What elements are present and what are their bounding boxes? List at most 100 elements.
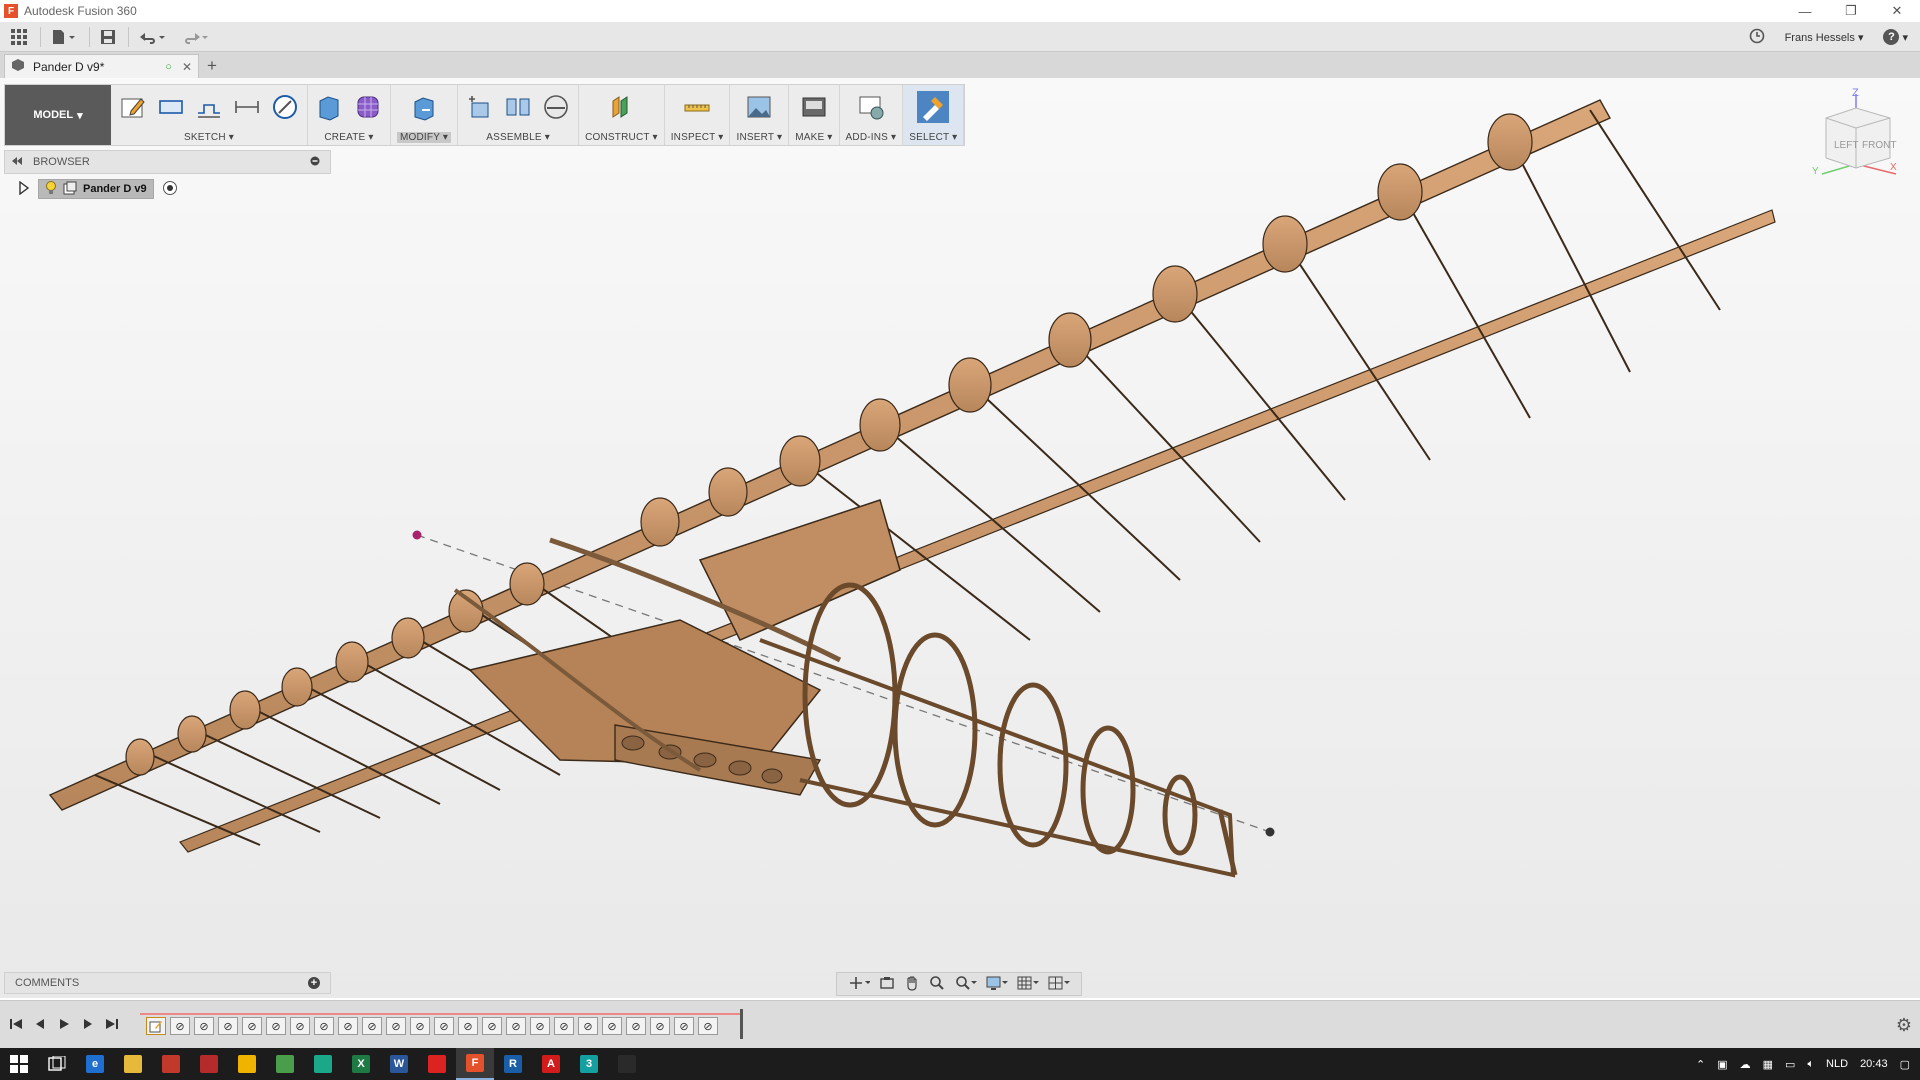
taskbar-explorer-icon[interactable]: [114, 1048, 152, 1080]
taskbar-edge-icon[interactable]: e: [76, 1048, 114, 1080]
tab-pander-d-v9[interactable]: Pander D v9* ○ ✕: [4, 54, 199, 78]
select-arrow-icon[interactable]: [917, 91, 950, 123]
display-settings-icon[interactable]: [986, 975, 1008, 994]
timeline-feature-icon[interactable]: ⊘: [386, 1017, 406, 1035]
restore-button[interactable]: ❐: [1828, 0, 1874, 22]
collapse-panel-icon[interactable]: [11, 156, 23, 169]
add-ins-group[interactable]: ADD-INS ▾: [840, 85, 904, 145]
viewports-icon[interactable]: [1048, 975, 1071, 994]
volume-icon[interactable]: 🔈︎: [1807, 1058, 1814, 1071]
pan-hand-icon[interactable]: [904, 975, 920, 994]
timeline-feature-icon[interactable]: ⊘: [554, 1017, 574, 1035]
rectangle-icon[interactable]: [155, 91, 187, 123]
form-icon[interactable]: [352, 91, 384, 123]
taskbar-chrome-icon[interactable]: [266, 1048, 304, 1080]
root-component-item[interactable]: Pander D v9: [38, 179, 154, 199]
notifications-icon[interactable]: ▢: [1900, 1058, 1910, 1071]
timeline-sketch-feature-icon[interactable]: [146, 1017, 166, 1035]
close-button[interactable]: ✕: [1874, 0, 1920, 22]
taskbar-app-red-icon[interactable]: [152, 1048, 190, 1080]
activate-radio-icon[interactable]: [162, 180, 178, 199]
stop-sketch-icon[interactable]: [269, 91, 301, 123]
scripts-icon[interactable]: [855, 91, 887, 123]
step-forward-icon[interactable]: [80, 1015, 96, 1033]
job-status-clock-icon[interactable]: [1749, 28, 1765, 47]
measure-icon[interactable]: [681, 91, 713, 123]
tray-app-icon[interactable]: ▦: [1763, 1058, 1773, 1071]
clock[interactable]: 20:43: [1860, 1058, 1888, 1070]
timeline-feature-icon[interactable]: ⊘: [170, 1017, 190, 1035]
taskbar-app-red-3-icon[interactable]: [418, 1048, 456, 1080]
dimension-icon[interactable]: [231, 91, 263, 123]
taskbar-app-yellow-icon[interactable]: [228, 1048, 266, 1080]
modify-group[interactable]: MODIFY ▾: [391, 85, 459, 145]
user-menu[interactable]: Frans Hessels ▾: [1785, 31, 1864, 44]
timeline-feature-icon[interactable]: ⊘: [362, 1017, 382, 1035]
taskbar-app-teal-icon[interactable]: [304, 1048, 342, 1080]
assemble-group[interactable]: ASSEMBLE ▾: [458, 85, 580, 145]
construct-group[interactable]: CONSTRUCT ▾: [579, 85, 665, 145]
go-to-end-icon[interactable]: [104, 1015, 120, 1033]
timeline-settings-gear-icon[interactable]: ⚙: [1896, 1015, 1912, 1036]
sketch-group[interactable]: SKETCH ▾: [111, 85, 308, 145]
look-at-icon[interactable]: [879, 975, 895, 994]
step-back-icon[interactable]: [32, 1015, 48, 1033]
press-pull-icon[interactable]: [408, 91, 440, 123]
timeline-feature-icon[interactable]: ⊘: [458, 1017, 478, 1035]
timeline-feature-icon[interactable]: ⊘: [242, 1017, 262, 1035]
timeline-feature-icon[interactable]: ⊘: [530, 1017, 550, 1035]
timeline-feature-icon[interactable]: ⊘: [218, 1017, 238, 1035]
workspace-switcher[interactable]: MODEL ▾: [5, 85, 111, 145]
select-group[interactable]: SELECT ▾: [903, 85, 965, 145]
task-view-icon[interactable]: [38, 1048, 76, 1080]
viewcube-front-face[interactable]: FRONT: [1862, 140, 1896, 151]
timeline-feature-icon[interactable]: ⊘: [698, 1017, 718, 1035]
offset-icon[interactable]: [193, 91, 225, 123]
taskbar-word-icon[interactable]: W: [380, 1048, 418, 1080]
grid-settings-icon[interactable]: [1017, 975, 1040, 994]
timeline-feature-icon[interactable]: ⊘: [266, 1017, 286, 1035]
add-comment-icon[interactable]: +: [308, 977, 320, 989]
taskbar-app-red-2-icon[interactable]: [190, 1048, 228, 1080]
insert-image-icon[interactable]: [743, 91, 775, 123]
timeline-feature-icon[interactable]: ⊘: [338, 1017, 358, 1035]
create-group[interactable]: CREATE ▾: [308, 85, 391, 145]
model-canvas[interactable]: [0, 78, 1920, 998]
create-sketch-icon[interactable]: [117, 91, 149, 123]
timeline-feature-icon[interactable]: ⊘: [650, 1017, 670, 1035]
timeline-feature-icon[interactable]: ⊘: [314, 1017, 334, 1035]
taskbar-revit-icon[interactable]: R: [494, 1048, 532, 1080]
joint-icon[interactable]: [502, 91, 534, 123]
taskbar-excel-icon[interactable]: X: [342, 1048, 380, 1080]
redo-icon[interactable]: [177, 24, 213, 50]
chevron-up-icon[interactable]: ⌃: [1696, 1058, 1705, 1071]
taskbar-app-3-icon[interactable]: 3: [570, 1048, 608, 1080]
timeline-feature-icon[interactable]: ⊘: [290, 1017, 310, 1035]
insert-group[interactable]: INSERT ▾: [730, 85, 790, 145]
timeline-feature-icon[interactable]: ⊘: [434, 1017, 454, 1035]
browser-panel-header[interactable]: BROWSER: [4, 150, 331, 174]
make-group[interactable]: MAKE ▾: [789, 85, 840, 145]
comments-panel[interactable]: COMMENTS +: [4, 972, 331, 994]
visibility-lightbulb-icon[interactable]: [45, 180, 57, 198]
taskbar-autocad-icon[interactable]: A: [532, 1048, 570, 1080]
help-menu[interactable]: ? ▾: [1883, 29, 1908, 45]
new-tab-button[interactable]: +: [199, 54, 225, 78]
timeline-playhead[interactable]: [740, 1009, 743, 1039]
language-indicator[interactable]: NLD: [1826, 1058, 1848, 1070]
play-icon[interactable]: [56, 1015, 72, 1033]
network-icon[interactable]: ▭: [1785, 1058, 1795, 1071]
timeline-feature-icon[interactable]: ⊘: [578, 1017, 598, 1035]
timeline-feature-icon[interactable]: ⊘: [626, 1017, 646, 1035]
tray-cloud-icon[interactable]: ☁: [1740, 1058, 1751, 1071]
taskbar-app-dark-icon[interactable]: [608, 1048, 646, 1080]
timeline-feature-icon[interactable]: ⊘: [602, 1017, 622, 1035]
undo-icon[interactable]: [135, 24, 171, 50]
motion-link-icon[interactable]: [540, 91, 572, 123]
zoom-icon[interactable]: [929, 975, 945, 994]
new-component-icon[interactable]: [464, 91, 496, 123]
tab-close-icon[interactable]: ✕: [182, 60, 192, 74]
file-menu-icon[interactable]: [47, 24, 81, 50]
save-icon[interactable]: [96, 24, 120, 50]
orbit-icon[interactable]: [848, 975, 871, 994]
